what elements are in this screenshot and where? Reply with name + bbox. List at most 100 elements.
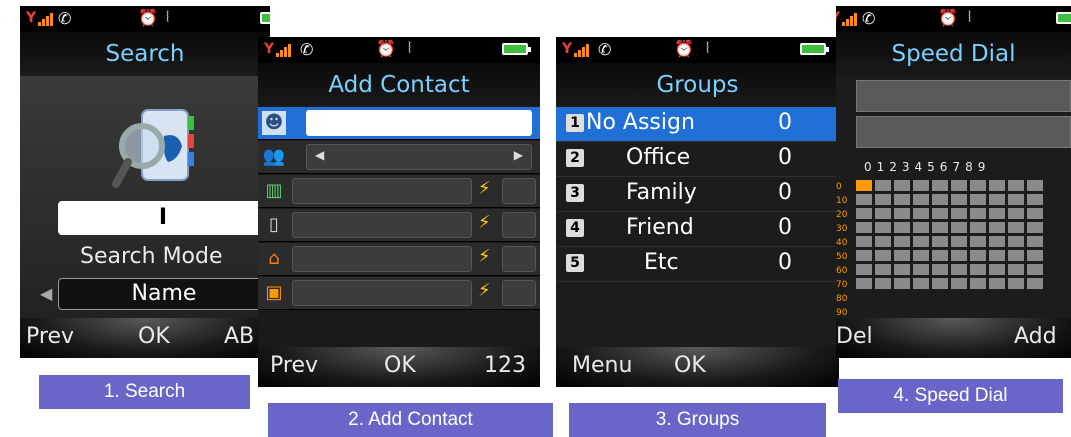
speed-dial-slot[interactable]	[913, 222, 929, 233]
speed-dial-slot[interactable]	[1008, 264, 1024, 275]
speed-dial-slot[interactable]	[1008, 278, 1024, 289]
speed-dial-slot[interactable]	[989, 180, 1005, 191]
search-input[interactable]: I	[58, 201, 268, 235]
group-select[interactable]: ◀ ▶	[306, 144, 532, 170]
speed-dial-slot[interactable]	[1027, 236, 1043, 247]
softkey-left[interactable]: Menu	[572, 353, 632, 378]
speed-dial-slot[interactable]	[856, 180, 872, 191]
speed-dial-slot[interactable]	[951, 208, 967, 219]
speed-dial-slot[interactable]	[932, 250, 948, 261]
speed-dial-slot[interactable]	[1027, 278, 1043, 289]
speed-dial-slot[interactable]	[989, 264, 1005, 275]
speed-dial-slot[interactable]	[989, 222, 1005, 233]
speed-dial-slot[interactable]	[951, 250, 967, 261]
speed-dial-bolt-icon[interactable]: ⚡	[478, 280, 491, 301]
speed-dial-slot[interactable]	[951, 222, 967, 233]
speed-dial-slot[interactable]	[989, 208, 1005, 219]
speed-dial-slot[interactable]	[875, 180, 891, 191]
speed-dial-slot[interactable]	[875, 208, 891, 219]
arrow-right-icon[interactable]: ▶	[514, 148, 523, 162]
list-item[interactable]: 3 Family 0	[556, 177, 839, 212]
speed-dial-slot[interactable]	[913, 180, 929, 191]
speed-dial-slot[interactable]	[894, 222, 910, 233]
list-item[interactable]: 4 Friend 0	[556, 212, 839, 247]
speed-dial-slot[interactable]	[913, 208, 929, 219]
speed-dial-slot[interactable]	[856, 250, 872, 261]
softkey-left[interactable]: Del	[836, 324, 873, 349]
arrow-left-icon[interactable]: ◀	[40, 284, 52, 303]
speed-dial-slot[interactable]	[989, 278, 1005, 289]
softkey-right[interactable]: 123	[484, 353, 526, 378]
speed-dial-slot[interactable]	[970, 208, 986, 219]
speed-dial-slot[interactable]	[875, 250, 891, 261]
speed-dial-slot[interactable]	[932, 194, 948, 205]
speed-dial-bolt-icon[interactable]: ⚡	[478, 178, 491, 199]
speed-dial-slot[interactable]	[1008, 194, 1024, 205]
speed-dial-slot[interactable]	[989, 194, 1005, 205]
speed-dial-slot[interactable]	[932, 208, 948, 219]
speed-dial-slot[interactable]	[932, 264, 948, 275]
speed-dial-slot[interactable]	[1008, 250, 1024, 261]
speed-dial-slot[interactable]	[1027, 222, 1043, 233]
speed-dial-slot[interactable]	[932, 222, 948, 233]
speed-dial-slot[interactable]	[502, 280, 536, 306]
speed-dial-slot[interactable]	[1008, 222, 1024, 233]
speed-dial-slot[interactable]	[913, 278, 929, 289]
speed-dial-slot[interactable]	[502, 178, 536, 204]
speed-dial-slot[interactable]	[970, 180, 986, 191]
speed-dial-slot[interactable]	[951, 264, 967, 275]
speed-dial-slot[interactable]	[856, 194, 872, 205]
speed-dial-slot[interactable]	[894, 194, 910, 205]
speed-dial-slot[interactable]	[932, 236, 948, 247]
softkey-left[interactable]: Prev	[26, 324, 74, 349]
speed-dial-slot[interactable]	[1027, 180, 1043, 191]
speed-dial-slot[interactable]	[970, 264, 986, 275]
speed-dial-slot[interactable]	[913, 250, 929, 261]
softkey-left[interactable]: Prev	[270, 353, 318, 378]
softkey-right[interactable]: Add	[1014, 324, 1057, 349]
speed-dial-slot[interactable]	[894, 180, 910, 191]
speed-dial-slot[interactable]	[856, 278, 872, 289]
speed-dial-bolt-icon[interactable]: ⚡	[478, 246, 491, 267]
speed-dial-slot[interactable]	[970, 194, 986, 205]
list-item[interactable]: 5 Etc 0	[556, 247, 839, 282]
speed-dial-slot[interactable]	[875, 264, 891, 275]
speed-dial-slot[interactable]	[1008, 180, 1024, 191]
speed-dial-slot[interactable]	[894, 208, 910, 219]
softkey-center[interactable]: OK	[138, 324, 170, 349]
speed-dial-slot[interactable]	[856, 222, 872, 233]
softkey-center[interactable]: OK	[384, 353, 416, 378]
speed-dial-slot[interactable]	[875, 236, 891, 247]
speed-dial-slot[interactable]	[932, 278, 948, 289]
speed-dial-slot[interactable]	[970, 278, 986, 289]
speed-dial-slot[interactable]	[856, 264, 872, 275]
speed-dial-slot[interactable]	[856, 208, 872, 219]
office-phone-field[interactable]	[292, 178, 472, 204]
speed-dial-slot[interactable]	[1027, 250, 1043, 261]
speed-dial-slot[interactable]	[856, 236, 872, 247]
speed-dial-slot[interactable]	[1027, 194, 1043, 205]
speed-dial-slot[interactable]	[970, 250, 986, 261]
speed-dial-slot[interactable]	[989, 250, 1005, 261]
speed-dial-slot[interactable]	[875, 222, 891, 233]
speed-dial-name-field[interactable]	[856, 80, 1071, 112]
speed-dial-slot[interactable]	[1008, 208, 1024, 219]
softkey-right[interactable]: AB	[224, 324, 254, 349]
speed-dial-slot[interactable]	[894, 278, 910, 289]
speed-dial-slot[interactable]	[875, 194, 891, 205]
speed-dial-slot[interactable]	[989, 236, 1005, 247]
speed-dial-slot[interactable]	[951, 236, 967, 247]
speed-dial-slot[interactable]	[932, 180, 948, 191]
speed-dial-slot[interactable]	[894, 250, 910, 261]
home-phone-field[interactable]	[292, 246, 472, 272]
speed-dial-slot[interactable]	[951, 194, 967, 205]
list-item[interactable]: 2 Office 0	[556, 142, 839, 177]
speed-dial-slot[interactable]	[1008, 236, 1024, 247]
speed-dial-slot[interactable]	[502, 246, 536, 272]
speed-dial-bolt-icon[interactable]: ⚡	[478, 212, 491, 233]
speed-dial-slot[interactable]	[913, 194, 929, 205]
other-phone-field[interactable]	[292, 280, 472, 306]
mobile-phone-field[interactable]	[292, 212, 472, 238]
name-field[interactable]	[306, 110, 532, 136]
speed-dial-slot[interactable]	[970, 236, 986, 247]
